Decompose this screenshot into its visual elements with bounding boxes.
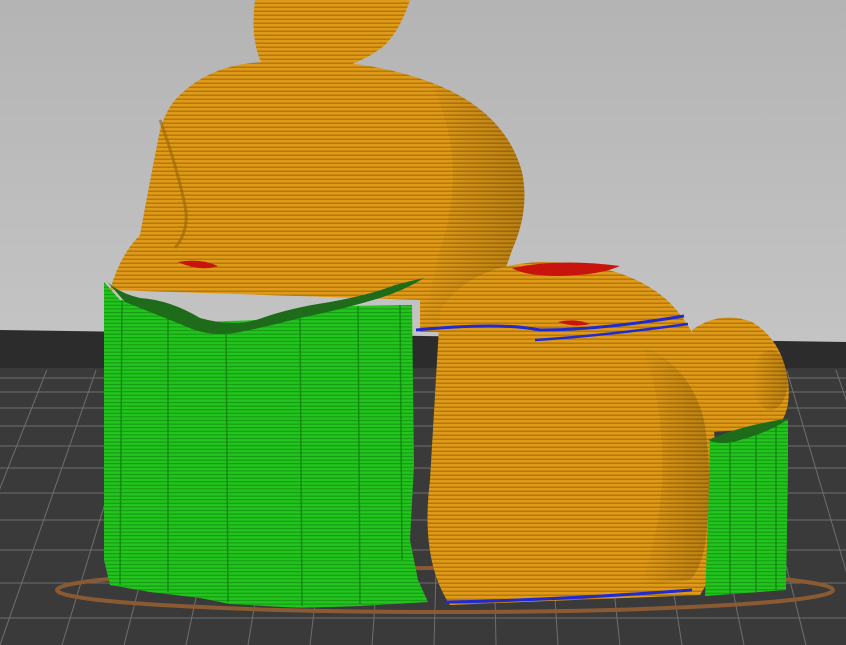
bunny-tail-detail [752, 350, 788, 410]
support-block-main [104, 282, 428, 608]
3d-print-preview-viewport[interactable] [0, 0, 846, 645]
sliced-model-scene[interactable] [0, 0, 846, 645]
